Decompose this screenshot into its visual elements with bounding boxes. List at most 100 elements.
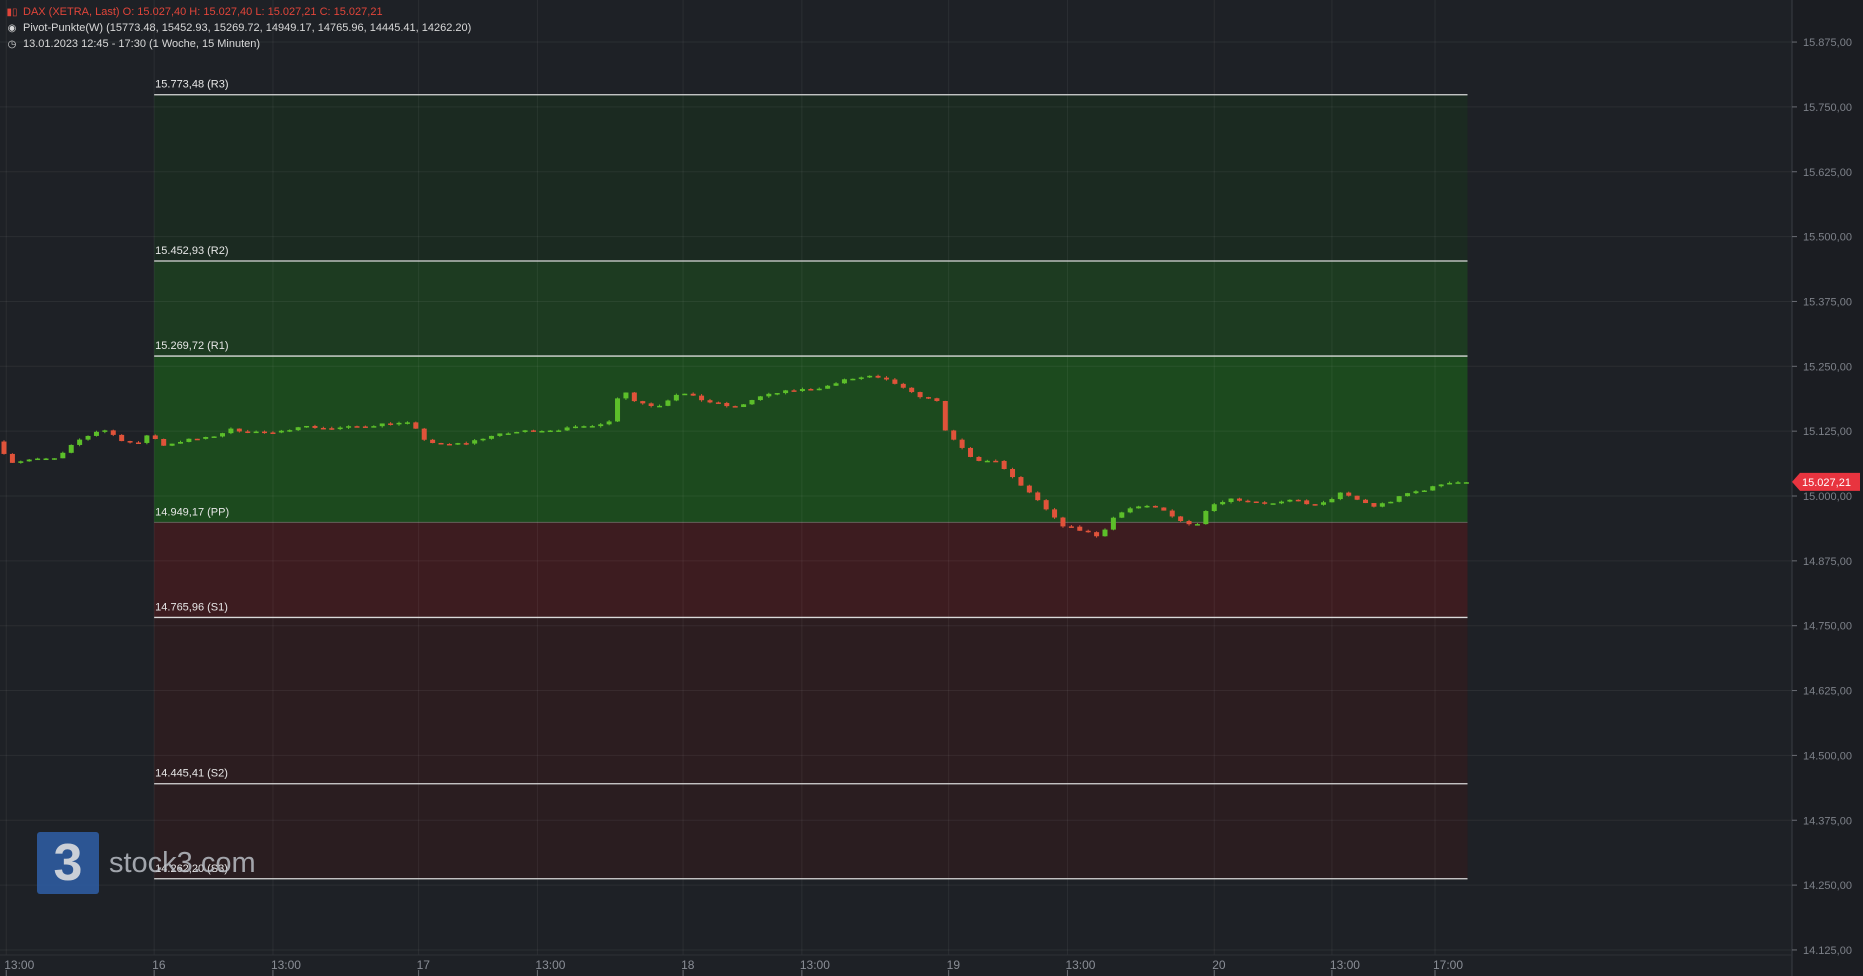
time-tick-label: 13:00 xyxy=(4,958,34,972)
candle-body xyxy=(497,433,503,436)
zone-s1-s2 xyxy=(154,617,1468,784)
price-tick-label: 15.000,00 xyxy=(1803,491,1852,503)
candle-body xyxy=(102,430,108,432)
zone-pp-s1 xyxy=(154,522,1468,618)
candle-body xyxy=(547,430,553,433)
candle-body xyxy=(623,392,629,399)
price-tick-label: 14.125,00 xyxy=(1803,945,1852,957)
candle-body xyxy=(640,401,646,404)
candle-body xyxy=(1169,510,1175,517)
candle-body xyxy=(421,428,427,440)
candle-body xyxy=(1110,517,1116,530)
candle-body xyxy=(682,393,688,396)
zone-s2-s3 xyxy=(154,783,1468,879)
candle-body xyxy=(942,400,948,431)
candle-body xyxy=(875,375,881,378)
candle-body xyxy=(396,422,402,425)
candle-body xyxy=(1035,492,1041,501)
candle-body xyxy=(1405,493,1411,497)
candlestick-chart[interactable]: 15.773,48 (R3) 15.452,93 (R2) 15.269,72 (R… xyxy=(0,0,1863,976)
candle-body xyxy=(1455,482,1461,484)
price-tick-label: 14.750,00 xyxy=(1803,621,1852,633)
time-tick-label: 13:00 xyxy=(271,958,301,972)
time-tick-label: 13:00 xyxy=(535,958,565,972)
pivot-label-r1: 15.269,72 (R1) xyxy=(155,340,228,352)
zone-r1-pp xyxy=(154,356,1468,523)
candle-body xyxy=(833,383,839,386)
candle-body xyxy=(203,437,209,439)
stock3-wordmark: stock3.com xyxy=(109,846,256,879)
candle-body xyxy=(388,423,394,425)
time-tick-label: 20 xyxy=(1212,958,1226,972)
candle-body xyxy=(841,379,847,384)
candle-body xyxy=(1094,532,1100,537)
stock3-logo: 3 xyxy=(37,832,99,894)
candle-body xyxy=(346,426,352,428)
time-tick-label: 18 xyxy=(681,958,695,972)
candle-body xyxy=(1245,500,1251,503)
candle-body xyxy=(43,458,49,461)
pivot-label-s2: 14.445,41 (S2) xyxy=(155,768,228,780)
candle-body xyxy=(51,458,57,460)
indicator-text: Pivot-Punkte(W) (15773.48, 15452.93, 152… xyxy=(23,22,472,34)
candle-body xyxy=(379,423,385,427)
candle-body xyxy=(741,404,747,408)
candle-body xyxy=(1346,492,1352,496)
candle-body xyxy=(177,441,183,444)
candle-body xyxy=(925,397,931,399)
candle-body xyxy=(883,377,889,380)
candle-body xyxy=(1220,502,1226,505)
price-tick-label: 15.625,00 xyxy=(1803,167,1852,179)
price-tick-label: 15.250,00 xyxy=(1803,361,1852,373)
symbol-ohlc-legend: ▮▯ DAX (XETRA, Last) O: 15.027,40 H: 15.0… xyxy=(6,6,382,18)
candle-body xyxy=(312,425,318,428)
candle-body xyxy=(1430,486,1436,491)
candle-body xyxy=(438,443,444,445)
candle-body xyxy=(648,403,654,407)
candle-body xyxy=(715,402,721,404)
candle-body xyxy=(514,431,520,434)
zone-r2-r1 xyxy=(154,261,1468,357)
candle-body xyxy=(1278,501,1284,504)
price-tick-label: 15.875,00 xyxy=(1803,37,1852,49)
candle-body xyxy=(1052,509,1058,518)
candlestick-icon: ▮▯ xyxy=(6,7,18,18)
candle-body xyxy=(1438,484,1444,487)
candle-body xyxy=(110,430,116,435)
candle-body xyxy=(573,426,579,429)
candle-body xyxy=(1388,501,1394,504)
candle-body xyxy=(892,379,898,384)
candle-body xyxy=(556,430,562,432)
candle-body xyxy=(1363,499,1369,504)
candle-body xyxy=(505,433,511,435)
candle-body xyxy=(699,395,705,401)
candle-body xyxy=(1085,530,1091,533)
price-tick-label: 15.500,00 xyxy=(1803,232,1852,244)
candle-body xyxy=(1295,499,1301,502)
last-price-tag: 15.027,21 xyxy=(1792,472,1860,491)
candle-body xyxy=(60,452,66,459)
candle-body xyxy=(186,438,192,442)
candle-body xyxy=(245,431,251,433)
time-tick-label: 13:00 xyxy=(1330,958,1360,972)
candle-body xyxy=(1144,505,1150,508)
candle-body xyxy=(362,426,368,428)
candle-body xyxy=(472,440,478,444)
pivot-label-r2: 15.452,93 (R2) xyxy=(155,245,228,257)
candle-body xyxy=(9,453,15,463)
candle-body xyxy=(867,375,873,378)
indicator-legend[interactable]: ◉ Pivot-Punkte(W) (15773.48, 15452.93, 15… xyxy=(6,22,472,34)
candle-body xyxy=(976,456,982,461)
candle-body xyxy=(480,438,486,441)
candle-body xyxy=(404,422,410,424)
candle-body xyxy=(606,421,612,425)
candle-body xyxy=(1379,503,1385,507)
candle-body xyxy=(530,430,536,432)
candle-body xyxy=(455,443,461,445)
candle-body xyxy=(1270,503,1276,505)
candle-body xyxy=(657,405,663,408)
candle-body xyxy=(278,430,284,433)
candle-body xyxy=(354,426,360,428)
candle-body xyxy=(968,447,974,457)
candle-body xyxy=(304,425,310,428)
